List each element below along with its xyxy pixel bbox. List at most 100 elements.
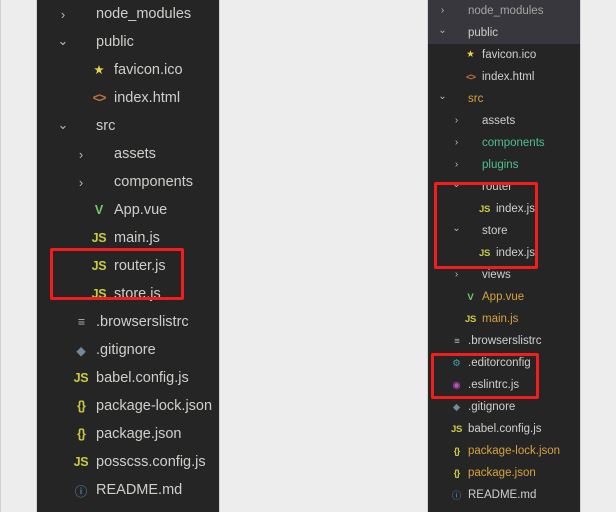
chevron-right-icon[interactable]: ›	[436, 6, 449, 16]
file-name-label: assets	[482, 115, 516, 127]
js-icon: JS	[91, 259, 107, 273]
file-name-label: node_modules	[468, 5, 544, 17]
file-name-label: assets	[114, 146, 156, 162]
js-icon: JS	[478, 203, 491, 215]
chevron-right-icon[interactable]: ›	[73, 176, 89, 189]
git-icon: ◆	[76, 343, 86, 358]
chevron-down-icon[interactable]: ⌄	[436, 26, 449, 36]
file-tree-row[interactable]: › views	[428, 264, 580, 286]
file-tree-row[interactable]: JS main.js	[428, 308, 580, 330]
file-tree-row[interactable]: {} package.json	[37, 420, 219, 448]
chevron-down-icon[interactable]: ⌄	[450, 180, 463, 190]
file-tree-row[interactable]: ◉ .eslintrc.js	[428, 374, 580, 396]
file-name-label: router.js	[114, 258, 166, 274]
chevron-right-icon[interactable]: ›	[450, 116, 463, 126]
file-tree-row[interactable]: V App.vue	[428, 286, 580, 308]
file-tree-row[interactable]: {} package-lock.json	[37, 392, 219, 420]
md-icon: ⓘ	[74, 484, 88, 499]
file-tree-row[interactable]: V App.vue	[37, 196, 219, 224]
file-name-label: package-lock.json	[96, 398, 213, 414]
chevron-right-icon[interactable]: ›	[450, 160, 463, 170]
file-tree-row[interactable]: JS router.js	[37, 252, 219, 280]
chevron-right-icon[interactable]: ›	[73, 148, 89, 161]
file-tree-row[interactable]: {} package-lock.json	[428, 440, 580, 462]
file-tree-row[interactable]: ⚙ .editorconfig	[428, 352, 580, 374]
file-name-label: components	[482, 137, 545, 149]
file-name-label: views	[482, 269, 511, 281]
file-tree-row[interactable]: ⌄ public	[428, 22, 580, 44]
js-icon: JS	[91, 287, 107, 301]
file-tree-row[interactable]: › assets	[37, 140, 219, 168]
json-icon: {}	[77, 399, 86, 413]
file-name-label: index.js	[496, 247, 535, 259]
file-tree-row[interactable]: › assets	[428, 110, 580, 132]
file-name-label: src	[468, 93, 484, 105]
file-tree-row[interactable]: ⓘ README.md	[428, 484, 580, 506]
file-tree-row[interactable]: ⌄ router	[428, 176, 580, 198]
right-outer-edge	[580, 0, 581, 512]
file-tree-row[interactable]: JS babel.config.js	[37, 364, 219, 392]
gear-icon: ⚙	[452, 357, 461, 369]
file-tree-row[interactable]: ≡ .browserslistrc	[37, 308, 219, 336]
file-tree-row[interactable]: ★ favicon.ico	[428, 44, 580, 66]
before-file-explorer-panel[interactable]: › node_modules ⌄ public ★ favicon.ico <> index.…	[37, 0, 219, 512]
before-file-list: › node_modules ⌄ public ★ favicon.ico <> index.…	[37, 0, 219, 504]
file-name-label: store.js	[114, 286, 161, 302]
file-tree-row[interactable]: ⌄ public	[37, 28, 219, 56]
chevron-down-icon[interactable]: ⌄	[450, 224, 463, 234]
file-name-label: .gitignore	[96, 342, 156, 358]
eslint-icon: ◉	[452, 379, 461, 391]
file-tree-row[interactable]: ◆ .gitignore	[428, 396, 580, 418]
js-icon: JS	[450, 423, 463, 435]
chevron-right-icon[interactable]: ›	[450, 138, 463, 148]
file-tree-row[interactable]: ⌄ store	[428, 220, 580, 242]
file-tree-row[interactable]: JS store.js	[37, 280, 219, 308]
file-tree-row[interactable]: › plugins	[428, 154, 580, 176]
chevron-right-icon[interactable]: ›	[55, 8, 71, 21]
file-tree-row[interactable]: JS babel.config.js	[428, 418, 580, 440]
file-tree-row[interactable]: ◆ .gitignore	[37, 336, 219, 364]
json-icon: {}	[77, 427, 86, 441]
file-name-label: babel.config.js	[468, 423, 542, 435]
html-icon: <>	[92, 91, 107, 105]
chevron-down-icon[interactable]: ⌄	[436, 92, 449, 102]
file-tree-row[interactable]: JS posscss.config.js	[37, 448, 219, 476]
js-icon: JS	[478, 247, 491, 259]
file-name-label: .browserslistrc	[468, 335, 542, 347]
file-tree-row[interactable]: JS index.js	[428, 242, 580, 264]
file-tree-row[interactable]: {} package.json	[428, 462, 580, 484]
file-name-label: index.js	[496, 203, 535, 215]
file-name-label: App.vue	[114, 202, 168, 218]
file-name-label: package-lock.json	[468, 445, 561, 457]
file-name-label: main.js	[482, 313, 519, 325]
file-tree-row[interactable]: ⌄ src	[428, 88, 580, 110]
file-name-label: .eslintrc.js	[468, 379, 520, 391]
file-tree-row[interactable]: ★ favicon.ico	[37, 56, 219, 84]
file-tree-row[interactable]: › node_modules	[428, 0, 580, 22]
chevron-down-icon[interactable]: ⌄	[55, 34, 71, 47]
file-name-label: posscss.config.js	[96, 454, 206, 470]
js-icon: JS	[73, 371, 89, 385]
file-tree-row[interactable]: <> index.html	[428, 66, 580, 88]
file-name-label: components	[114, 174, 193, 190]
file-tree-row[interactable]: › components	[428, 132, 580, 154]
file-name-label: README.md	[468, 489, 537, 501]
file-tree-row[interactable]: › components	[37, 168, 219, 196]
chevron-down-icon[interactable]: ⌄	[55, 118, 71, 131]
file-name-label: public	[468, 27, 499, 39]
file-tree-row[interactable]: › node_modules	[37, 0, 219, 28]
after-file-explorer-panel[interactable]: › node_modules ⌄ public ★ favicon.ico <> index.…	[428, 0, 580, 512]
after-file-list: › node_modules ⌄ public ★ favicon.ico <> index.…	[428, 0, 580, 506]
file-tree-row[interactable]: JS index.js	[428, 198, 580, 220]
middle-left-edge	[219, 0, 220, 512]
chevron-right-icon[interactable]: ›	[450, 270, 463, 280]
file-tree-row[interactable]: ⓘ README.md	[37, 476, 219, 504]
file-tree-row[interactable]: <> index.html	[37, 84, 219, 112]
file-name-label: .editorconfig	[468, 357, 531, 369]
html-icon: <>	[465, 71, 476, 83]
vue-icon: V	[467, 291, 474, 303]
file-name-label: .gitignore	[468, 401, 516, 413]
file-tree-row[interactable]: JS main.js	[37, 224, 219, 252]
file-tree-row[interactable]: ≡ .browserslistrc	[428, 330, 580, 352]
file-tree-row[interactable]: ⌄ src	[37, 112, 219, 140]
